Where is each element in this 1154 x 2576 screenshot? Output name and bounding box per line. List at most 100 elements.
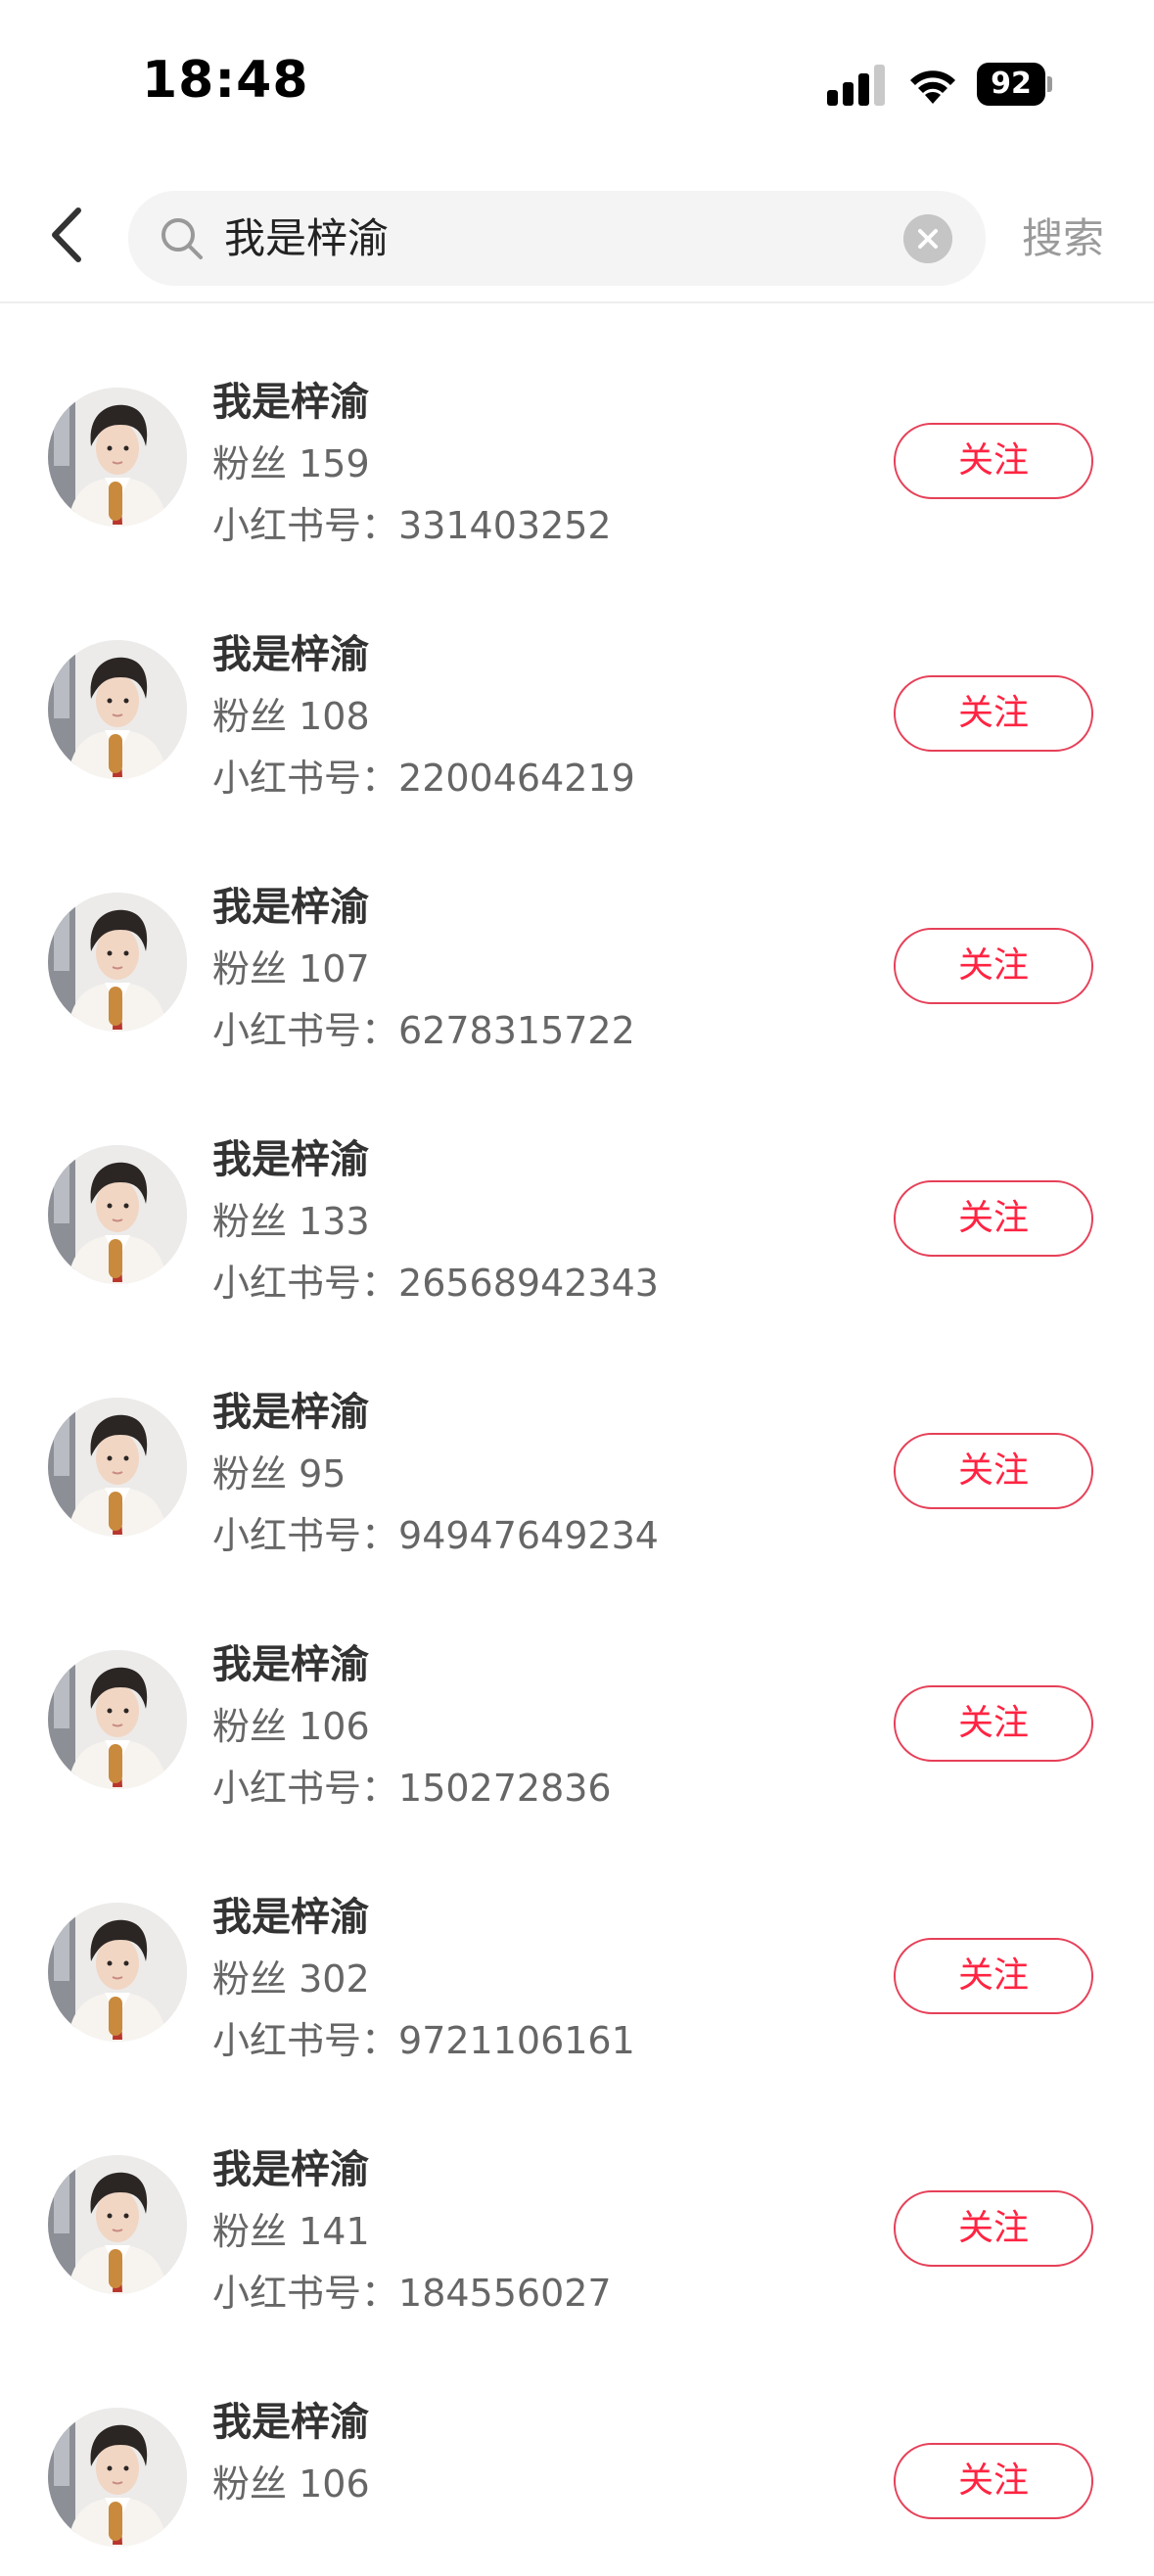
fans-count: 粉丝 302 [212,1949,370,2002]
user-name[interactable]: 我是梓渝 [212,2390,369,2447]
result-row[interactable]: 我是梓渝粉丝 133 小红书号：26568942343 关注 [0,1061,1154,1313]
follow-button[interactable]: 关注 [894,1433,1093,1509]
user-id-label: 小红书号： [212,1009,399,1052]
avatar[interactable] [48,2408,187,2547]
follow-button[interactable]: 关注 [894,2443,1093,2519]
user-name[interactable]: 我是梓渝 [212,1380,369,1437]
user-id: 小红书号：184556027 [212,2263,612,2317]
user-id-value: 26568942343 [398,1262,659,1305]
fans-value: 108 [299,695,370,738]
fans-label: 粉丝 [212,442,288,485]
user-id: 小红书号：9721106161 [212,2010,635,2064]
search-header: 我是梓渝 搜索 [0,171,1154,303]
user-id-label: 小红书号： [212,2272,399,2315]
user-id-label: 小红书号： [212,1262,399,1305]
fans-count: 粉丝 106 [212,1696,370,1750]
user-name[interactable]: 我是梓渝 [212,875,369,932]
avatar-illustration [48,388,187,527]
result-row[interactable]: 我是梓渝粉丝 95 小红书号：94947649234 关注 [0,1313,1154,1566]
user-id-value: 6278315722 [398,1009,635,1052]
user-id-label: 小红书号： [212,1514,399,1557]
user-name[interactable]: 我是梓渝 [212,1885,369,1942]
wifi-icon [910,70,955,104]
user-name[interactable]: 我是梓渝 [212,622,369,679]
user-id: 小红书号：2200464219 [212,748,635,802]
fans-count: 粉丝 108 [212,686,370,740]
user-name[interactable]: 我是梓渝 [212,2138,369,2194]
fans-value: 133 [299,1200,370,1243]
user-id-value: 331403252 [398,504,612,547]
avatar-illustration [48,1650,187,1789]
fans-value: 106 [299,2462,370,2506]
fans-count: 粉丝 133 [212,1191,370,1245]
follow-button[interactable]: 关注 [894,423,1093,499]
follow-button[interactable]: 关注 [894,1180,1093,1257]
user-id-label: 小红书号： [212,2019,399,2062]
avatar[interactable] [48,1398,187,1537]
fans-value: 106 [299,1705,370,1748]
avatar[interactable] [48,1145,187,1284]
user-id-value: 2200464219 [398,757,635,800]
user-id: 小红书号：6278315722 [212,1000,635,1054]
avatar-illustration [48,893,187,1032]
battery-icon: 92 [977,63,1052,106]
search-button[interactable]: 搜索 [1022,191,1104,286]
follow-button[interactable]: 关注 [894,928,1093,1004]
avatar-illustration [48,1145,187,1284]
result-row[interactable]: 我是梓渝粉丝 106 关注 [0,2323,1154,2576]
result-row[interactable]: 我是梓渝粉丝 108 小红书号：2200464219 关注 [0,556,1154,808]
user-id-label: 小红书号： [212,1767,399,1810]
follow-button[interactable]: 关注 [894,675,1093,752]
avatar[interactable] [48,1903,187,2042]
fans-label: 粉丝 [212,947,288,990]
avatar[interactable] [48,2155,187,2294]
fans-label: 粉丝 [212,1452,288,1495]
avatar[interactable] [48,640,187,779]
fans-count: 粉丝 141 [212,2201,370,2255]
user-name[interactable]: 我是梓渝 [212,1127,369,1184]
battery-level: 92 [977,63,1045,106]
fans-count: 粉丝 159 [212,434,370,487]
avatar[interactable] [48,893,187,1032]
fans-label: 粉丝 [212,1705,288,1748]
fans-value: 141 [299,2210,370,2253]
user-id-label: 小红书号： [212,757,399,800]
avatar-illustration [48,640,187,779]
user-name[interactable]: 我是梓渝 [212,370,369,427]
result-row[interactable]: 我是梓渝粉丝 141 小红书号：184556027 关注 [0,2071,1154,2323]
fans-count: 粉丝 95 [212,1444,346,1497]
back-chevron-icon[interactable] [39,201,98,269]
search-box[interactable]: 我是梓渝 [128,191,986,286]
result-row[interactable]: 我是梓渝粉丝 107 小红书号：6278315722 关注 [0,808,1154,1061]
fans-count: 粉丝 106 [212,2454,370,2507]
status-bar: 18:48 92 [0,0,1154,171]
fans-label: 粉丝 [212,1200,288,1243]
user-id: 小红书号：26568942343 [212,1253,659,1307]
fans-value: 302 [299,1957,370,2001]
search-icon [162,218,203,259]
result-row[interactable]: 我是梓渝粉丝 302 小红书号：9721106161 关注 [0,1818,1154,2071]
fans-label: 粉丝 [212,2210,288,2253]
cellular-signal-icon [827,65,885,106]
result-row[interactable]: 我是梓渝粉丝 159 小红书号：331403252 关注 [0,303,1154,556]
user-id-value: 150272836 [398,1767,612,1810]
user-id-label: 小红书号： [212,504,399,547]
fans-value: 107 [299,947,370,990]
avatar[interactable] [48,1650,187,1789]
avatar[interactable] [48,388,187,527]
user-name[interactable]: 我是梓渝 [212,1633,369,1689]
result-row[interactable]: 我是梓渝粉丝 106 小红书号：150272836 关注 [0,1566,1154,1818]
user-id: 小红书号：150272836 [212,1758,612,1812]
follow-button[interactable]: 关注 [894,2190,1093,2267]
avatar-illustration [48,1398,187,1537]
user-id-value: 9721106161 [398,2019,635,2062]
follow-button[interactable]: 关注 [894,1938,1093,2014]
search-input[interactable]: 我是梓渝 [224,191,389,286]
status-time: 18:48 [142,51,309,110]
follow-button[interactable]: 关注 [894,1685,1093,1762]
fans-label: 粉丝 [212,695,288,738]
user-id: 小红书号：331403252 [212,495,612,549]
clear-icon[interactable] [903,214,952,263]
battery-cap [1047,76,1052,92]
user-id: 小红书号：94947649234 [212,1505,659,1559]
